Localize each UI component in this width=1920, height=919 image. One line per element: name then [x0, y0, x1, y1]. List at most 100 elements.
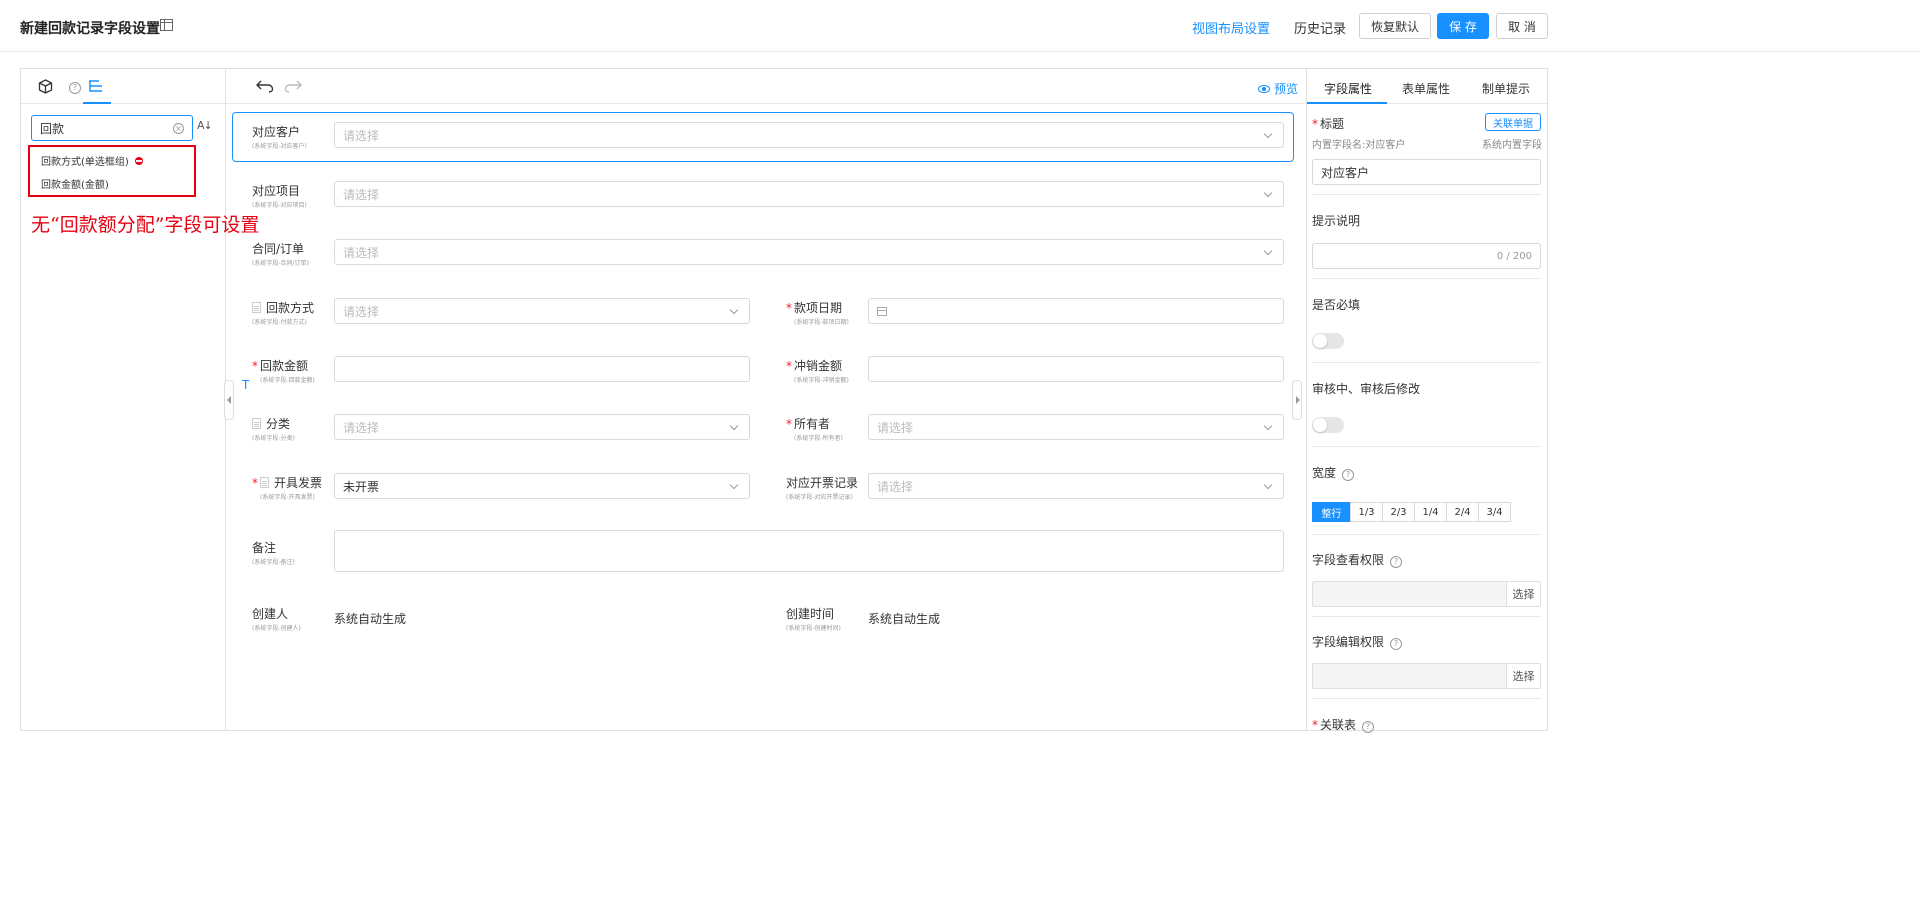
chevron-down-icon	[729, 421, 739, 431]
result-label: 回款金额(金额)	[41, 180, 109, 191]
caret-right-icon	[1296, 396, 1300, 404]
layout-icon[interactable]	[160, 19, 173, 31]
eye-icon	[1257, 85, 1270, 93]
view-permission-label: 字段查看权限?	[1312, 551, 1403, 568]
text-cursor-marker: T	[242, 378, 250, 392]
view-layout-link[interactable]: 视图布局设置	[1192, 18, 1270, 37]
redo-icon[interactable]	[284, 79, 302, 93]
project-select[interactable]: 请选择	[334, 181, 1284, 207]
audit-label: 审核中、审核后修改	[1312, 382, 1421, 396]
field-label: 合同/订单 (系统字段-合同/订单)	[252, 242, 309, 267]
invoice-select[interactable]: 未开票	[334, 473, 750, 499]
title-label: * 标题	[1312, 117, 1345, 131]
collapse-left-handle[interactable]	[224, 380, 234, 420]
amount-input[interactable]	[334, 356, 750, 382]
form-canvas: 预览 对应客户 (系统字段-对应客户) 请选择 对应项目 (系统字段-对应项目) 请…	[224, 69, 1306, 730]
category-select[interactable]: 请选择	[334, 414, 750, 440]
help-icon: ?	[1342, 469, 1355, 481]
right-panel: 字段属性 表单属性 制单提示 * 标题 关联单据 内置字段名:对应客户 系统内置字…	[1306, 69, 1547, 733]
width-option[interactable]: 2/4	[1446, 502, 1479, 522]
divider	[1312, 616, 1541, 617]
field-label: * 冲销金额 (系统字段-冲销金额)	[786, 359, 849, 384]
cancel-button[interactable]: 取 消	[1496, 13, 1548, 39]
preview-button[interactable]: 预览	[1257, 80, 1298, 97]
contract-select[interactable]: 请选择	[334, 239, 1284, 265]
active-tab-indicator	[1307, 102, 1387, 104]
canvas-toolbar: 预览	[226, 69, 1306, 104]
clear-search-icon[interactable]: ×	[173, 123, 184, 134]
chevron-down-icon	[1263, 480, 1273, 490]
title-input[interactable]: 对应客户	[1312, 159, 1541, 185]
width-option[interactable]: 整行	[1312, 502, 1351, 522]
offset-amount-input[interactable]	[868, 356, 1284, 382]
help-icon[interactable]: ?	[69, 82, 81, 94]
field-label: 创建人 (系统字段-创建人)	[252, 607, 301, 632]
tab-form-hints[interactable]: 制单提示	[1482, 80, 1530, 97]
collapse-right-handle[interactable]	[1292, 380, 1302, 420]
result-label: 回款方式(单选框组)	[41, 157, 129, 168]
help-icon: ?	[1362, 721, 1375, 733]
chevron-down-icon	[1263, 129, 1273, 139]
tab-field-props[interactable]: 字段属性	[1324, 80, 1372, 97]
result-item[interactable]: 回款方式(单选框组)	[41, 153, 143, 168]
width-label: 宽度?	[1312, 464, 1355, 481]
owner-select[interactable]: 请选择	[868, 414, 1284, 440]
annotation-note: 无“回款额分配”字段可设置	[31, 214, 260, 236]
outline-tree-icon[interactable]	[88, 79, 104, 94]
chevron-down-icon	[1263, 421, 1273, 431]
top-bar: 新建回款记录字段设置 视图布局设置 历史记录 恢复默认 保 存 取 消	[0, 0, 1920, 52]
field-label: * 回款金额 (系统字段-回款金额)	[252, 359, 315, 384]
divider	[1312, 194, 1541, 195]
width-segmented-control: 整行 1/3 2/3 1/4 2/4 3/4	[1312, 502, 1511, 522]
width-option[interactable]: 3/4	[1478, 502, 1511, 522]
required-toggle[interactable]	[1312, 333, 1344, 349]
editor-frame: ? × A↓ 回款方式(单选框组) 回款金额(金额) 预览 对应客户(系统字段-…	[20, 68, 1548, 733]
divider	[1312, 446, 1541, 447]
save-button[interactable]: 保 存	[1437, 13, 1489, 39]
width-option[interactable]: 1/3	[1350, 502, 1383, 522]
field-label: * 开具发票 (系统字段-开具发票)	[252, 476, 323, 501]
left-tabs: ?	[21, 69, 225, 104]
remove-icon[interactable]	[134, 157, 143, 165]
hint-label: 提示说明	[1312, 214, 1361, 228]
link-document-button[interactable]: 关联单据	[1485, 113, 1541, 131]
active-tab-indicator	[83, 102, 111, 104]
edit-permission-select-button[interactable]: 选择	[1506, 664, 1540, 688]
customer-select[interactable]: 请选择	[334, 122, 1284, 148]
tab-form-props[interactable]: 表单属性	[1402, 80, 1450, 97]
result-item[interactable]: 回款金额(金额)	[41, 176, 109, 191]
sort-az-icon[interactable]: A↓	[197, 119, 213, 132]
page-title: 新建回款记录字段设置	[20, 21, 160, 37]
related-table-label: * 关联表?	[1312, 716, 1375, 733]
view-permission-select-button[interactable]: 选择	[1506, 582, 1540, 606]
divider	[1312, 278, 1541, 279]
search-results-highlight: 回款方式(单选框组) 回款金额(金额)	[28, 145, 196, 197]
edit-permission-field: 选择	[1312, 663, 1541, 689]
document-icon	[260, 477, 269, 488]
invoice-record-select[interactable]: 请选择	[868, 473, 1284, 499]
chevron-down-icon	[1263, 246, 1273, 256]
field-label: * 款项日期 (系统字段-款项日期)	[786, 301, 849, 326]
cube-icon[interactable]	[38, 79, 53, 94]
field-label: 回款方式 (系统字段-付款方式)	[252, 301, 315, 326]
divider	[1312, 534, 1541, 535]
history-link[interactable]: 历史记录	[1294, 18, 1346, 37]
pay-date-picker[interactable]	[868, 298, 1284, 324]
creator-value: 系统自动生成	[334, 612, 407, 626]
hint-input[interactable]: 0 / 200	[1312, 243, 1541, 269]
field-label: 对应客户 (系统字段-对应客户)	[252, 125, 307, 150]
caret-left-icon	[227, 396, 231, 404]
width-option[interactable]: 2/3	[1382, 502, 1415, 522]
remark-textarea[interactable]	[334, 530, 1284, 572]
width-option[interactable]: 1/4	[1414, 502, 1447, 522]
field-label: 备注 (系统字段-备注)	[252, 541, 295, 566]
field-search-input[interactable]	[31, 115, 193, 141]
created-at-value: 系统自动生成	[868, 612, 941, 626]
chevron-down-icon	[1263, 188, 1273, 198]
undo-icon[interactable]	[256, 79, 274, 93]
restore-default-button[interactable]: 恢复默认	[1359, 13, 1431, 39]
pay-method-select[interactable]: 请选择	[334, 298, 750, 324]
audit-edit-toggle[interactable]	[1312, 417, 1344, 433]
system-field-tag: 系统内置字段	[1482, 140, 1542, 151]
field-label: 创建时间 (系统字段-创建时间)	[786, 607, 841, 632]
